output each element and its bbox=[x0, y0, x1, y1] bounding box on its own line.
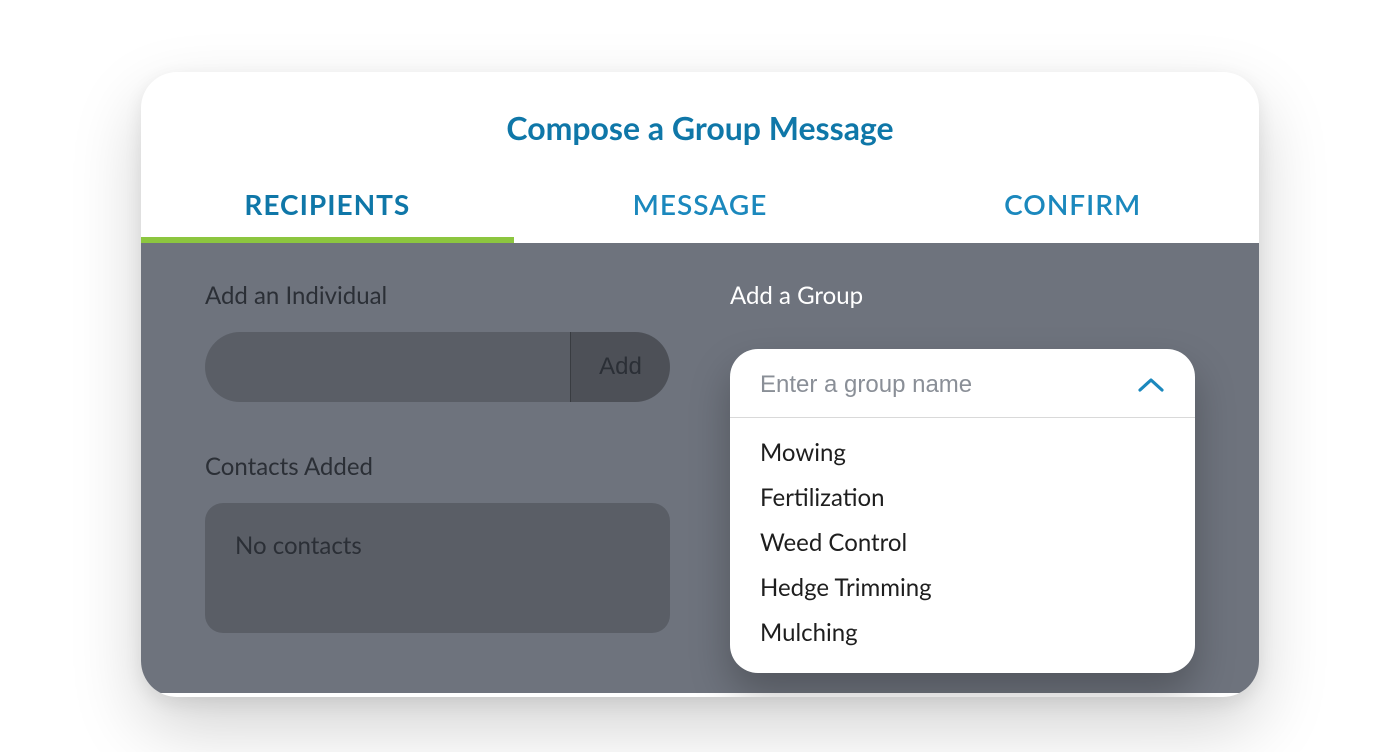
compose-card: Compose a Group Message RECIPIENTS MESSA… bbox=[141, 72, 1259, 697]
chevron-up-icon[interactable] bbox=[1137, 376, 1165, 394]
contacts-added-label: Contacts Added bbox=[205, 452, 670, 481]
individual-column: Add an Individual Add Contacts Added No … bbox=[205, 281, 670, 653]
group-column: Add a Group Mowing Fertilization We bbox=[730, 281, 1195, 653]
group-dropdown-header bbox=[730, 349, 1195, 418]
group-option[interactable]: Fertilization bbox=[730, 475, 1195, 520]
individual-name-input[interactable] bbox=[205, 332, 570, 402]
group-options-list: Mowing Fertilization Weed Control Hedge … bbox=[730, 418, 1195, 655]
contacts-empty-text: No contacts bbox=[235, 531, 640, 560]
tab-bar: RECIPIENTS MESSAGE CONFIRM bbox=[141, 187, 1259, 243]
contacts-added-box: No contacts bbox=[205, 503, 670, 633]
group-option[interactable]: Mowing bbox=[730, 430, 1195, 475]
tab-message[interactable]: MESSAGE bbox=[514, 187, 887, 243]
tab-confirm[interactable]: CONFIRM bbox=[886, 187, 1259, 243]
dialog-title: Compose a Group Message bbox=[141, 72, 1259, 147]
add-group-label: Add a Group bbox=[730, 281, 1195, 310]
group-name-input[interactable] bbox=[760, 371, 1137, 399]
group-option[interactable]: Weed Control bbox=[730, 520, 1195, 565]
group-option[interactable]: Hedge Trimming bbox=[730, 565, 1195, 610]
recipients-panel: Add an Individual Add Contacts Added No … bbox=[141, 243, 1259, 693]
group-option[interactable]: Mulching bbox=[730, 610, 1195, 655]
add-individual-label: Add an Individual bbox=[205, 281, 670, 310]
tab-recipients[interactable]: RECIPIENTS bbox=[141, 187, 514, 243]
group-dropdown[interactable]: Mowing Fertilization Weed Control Hedge … bbox=[730, 349, 1195, 673]
individual-input-row: Add bbox=[205, 332, 670, 402]
add-individual-button[interactable]: Add bbox=[570, 332, 670, 402]
